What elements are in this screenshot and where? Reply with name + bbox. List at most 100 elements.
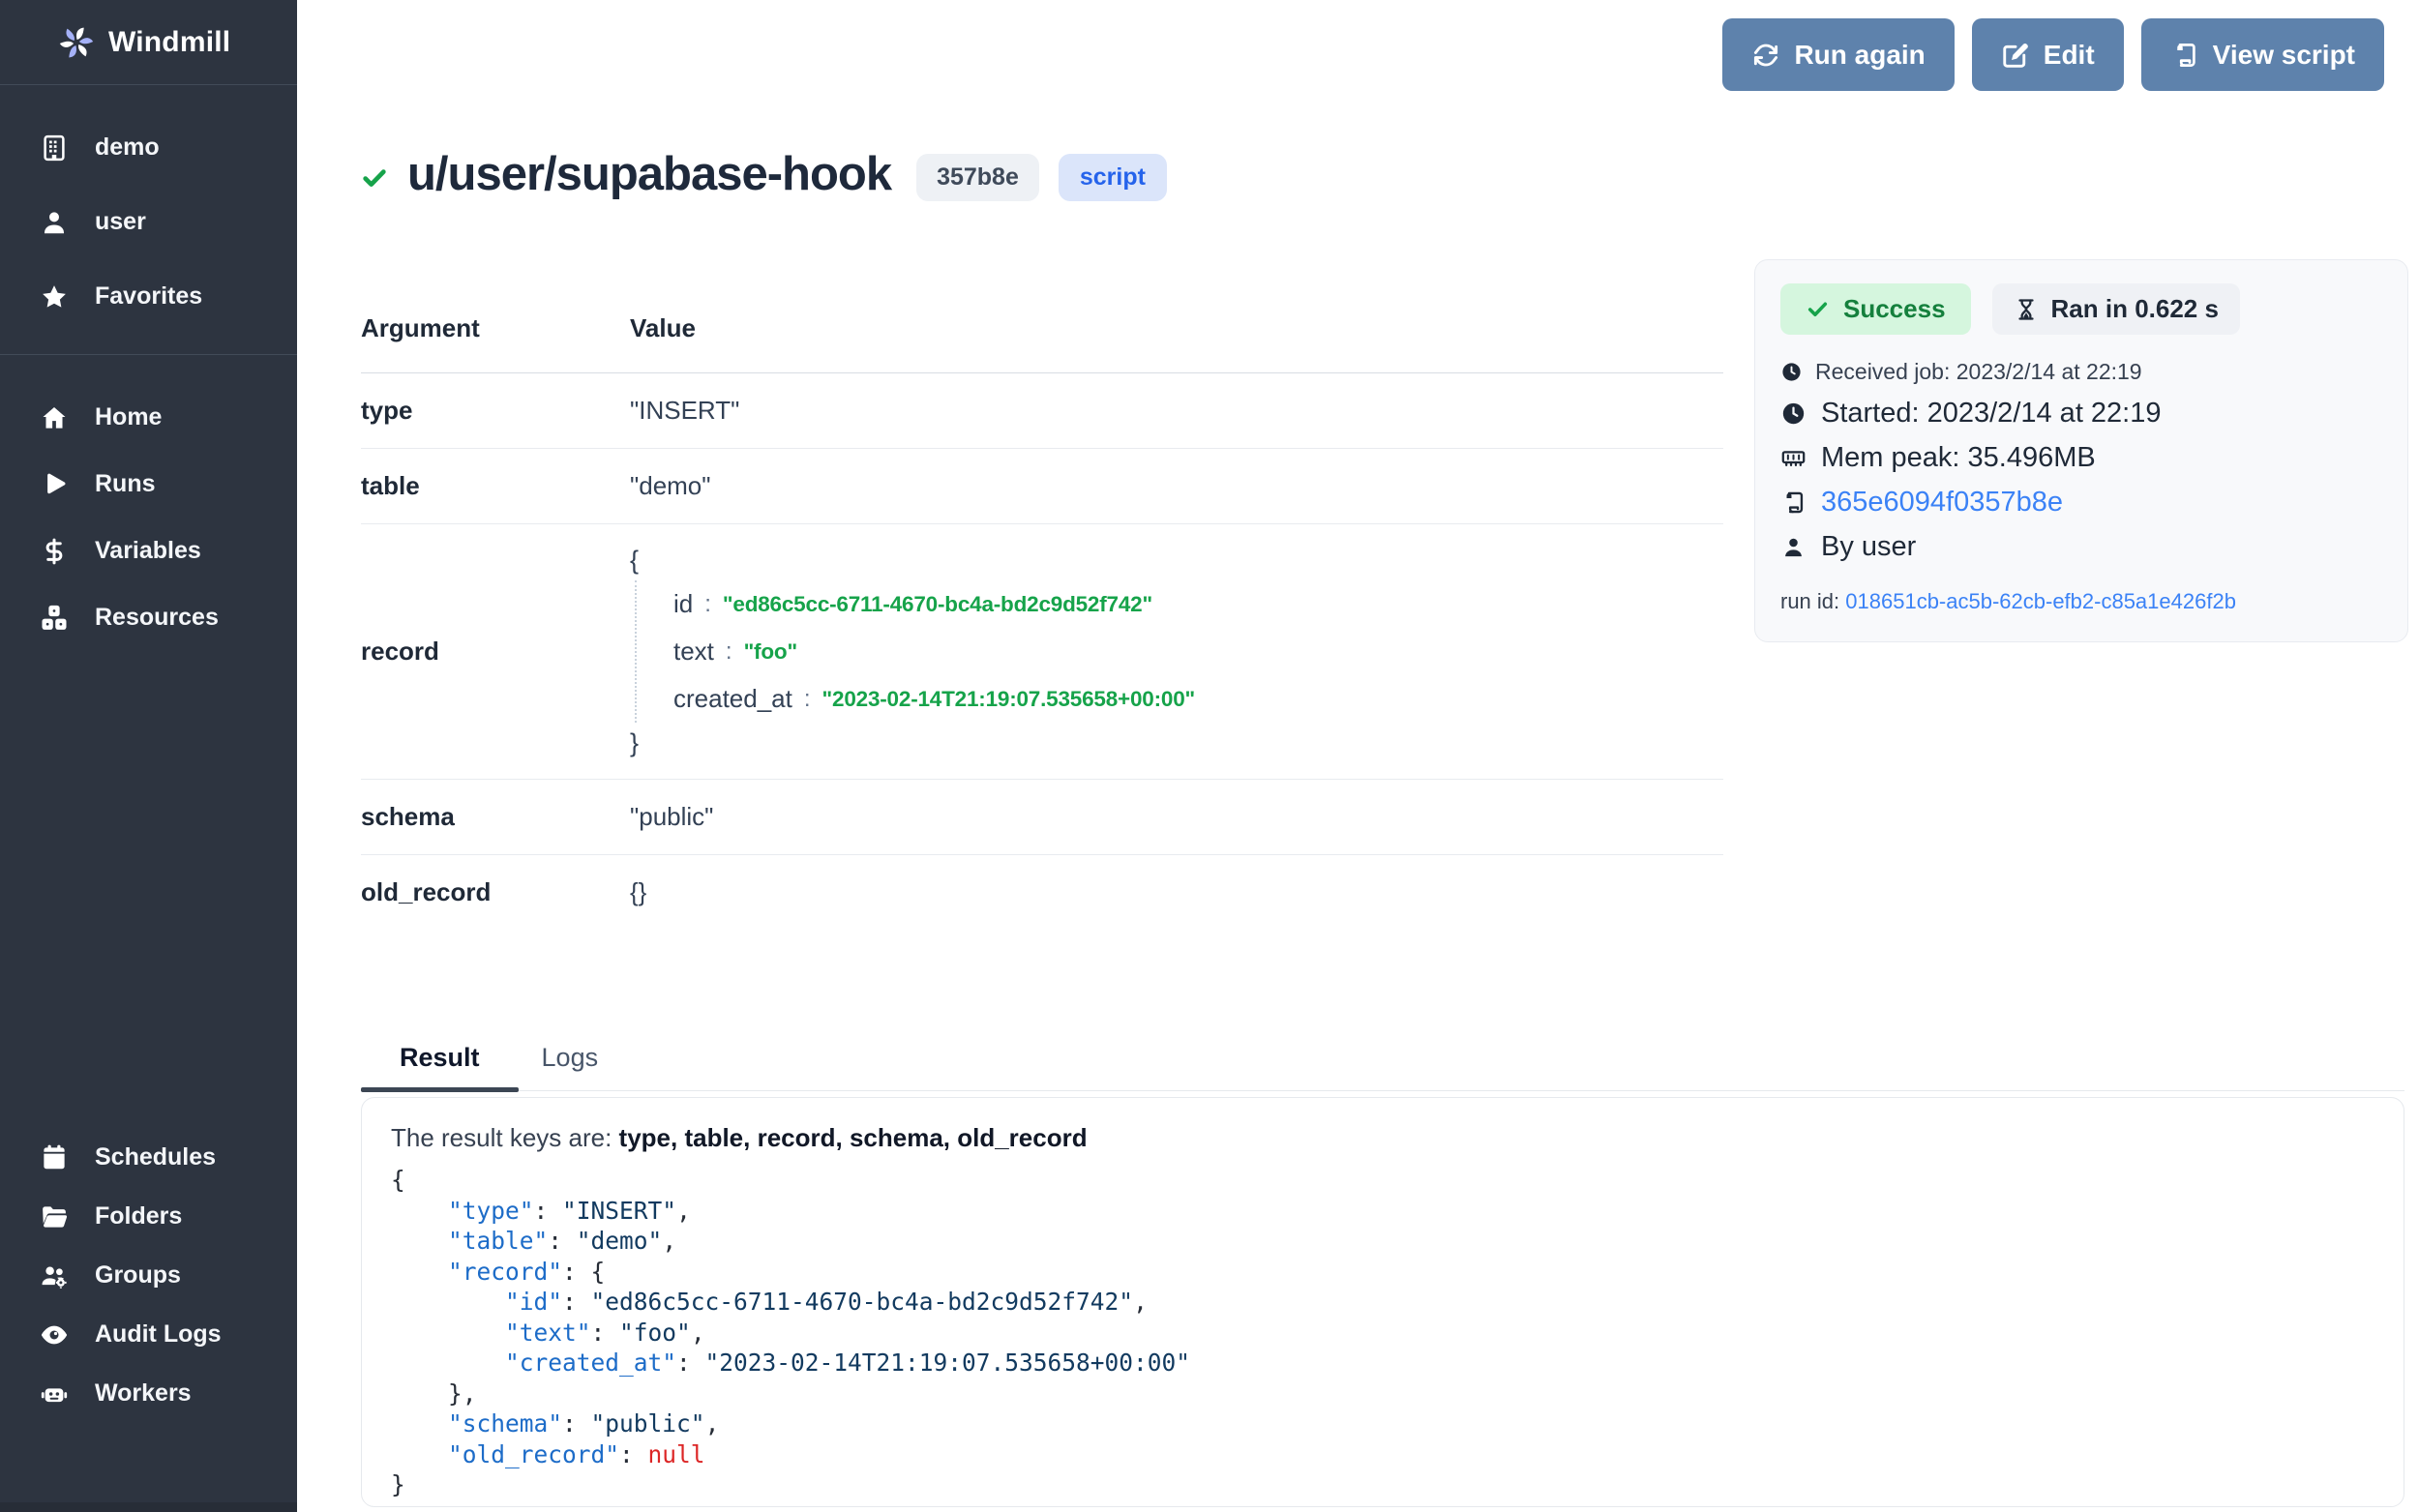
sidebar-item-favorites[interactable]: Favorites [0,259,297,334]
arg-name: type [361,396,630,426]
run-id-link[interactable]: 018651cb-ac5b-62cb-efb2-c85a1e426f2b [1845,589,2236,613]
record-entry-created-at: created_at : "2023-02-14T21:19:07.535658… [673,675,1195,723]
sidebar-item-schedules[interactable]: Schedules [0,1128,297,1187]
by-user-label: By user [1821,531,1916,563]
run-again-label: Run again [1794,40,1925,71]
sidebar-item-workspace-demo[interactable]: demo [0,110,297,185]
clock-icon [1780,400,1807,427]
mem-peak-label: Mem peak: 35.496MB [1821,442,2096,474]
run-id-row: run id: 018651cb-ac5b-62cb-efb2-c85a1e42… [1780,589,2382,614]
sidebar-item-user[interactable]: user [0,185,297,259]
record-value: "ed86c5cc-6711-4670-bc4a-bd2c9d52f742" [723,592,1152,617]
tab-result[interactable]: Result [361,1029,519,1090]
robot-icon [40,1379,69,1408]
arg-value: "demo" [630,471,711,501]
duration-label: Ran in 0.622 s [2051,294,2219,324]
user-icon [40,208,69,237]
success-check-icon [361,164,388,192]
run-again-button[interactable]: Run again [1722,18,1954,91]
record-entry-id: id : "ed86c5cc-6711-4670-bc4a-bd2c9d52f7… [673,580,1195,628]
script-hash-badge: 357b8e [916,154,1039,201]
sidebar-item-label: Folders [95,1202,182,1230]
star-icon [40,282,69,311]
arg-name: old_record [361,877,630,907]
script-hash-link[interactable]: 365e6094f0357b8e [1821,487,2063,519]
status-label: Success [1843,294,1946,324]
started-label: Started: 2023/2/14 at 22:19 [1821,398,2162,430]
arguments-table: Argument Value type "INSERT" table "demo… [361,290,1723,930]
arg-value: "INSERT" [630,396,739,426]
sidebar-item-audit-logs[interactable]: Audit Logs [0,1305,297,1364]
sidebar-item-runs[interactable]: Runs [0,451,297,518]
groups-icon [40,1261,69,1290]
sidebar-item-home[interactable]: Home [0,384,297,451]
arg-value: {} [630,877,646,907]
sidebar-item-label: Variables [95,537,201,565]
app-logo[interactable]: Windmill [0,0,297,85]
check-icon [1806,297,1830,321]
eye-icon [40,1320,69,1349]
sidebar: Windmill demo user [0,0,297,1512]
page-title: u/user/supabase-hook [407,147,891,201]
received-job-row: Received job: 2023/2/14 at 22:19 [1780,359,2382,385]
record-json-tree[interactable]: { id : "ed86c5cc-6711-4670-bc4a-bd2c9d52… [630,542,1195,761]
value-column-header: Value [630,313,696,343]
record-separator: : [704,591,711,618]
record-separator: : [726,638,732,666]
dollar-icon [40,537,69,566]
edit-label: Edit [2044,40,2095,71]
sidebar-main-group: Home Runs Variables Resources [0,354,297,651]
scroll-icon [1780,489,1807,516]
record-key: created_at [673,684,792,714]
sidebar-item-groups[interactable]: Groups [0,1246,297,1305]
cubes-icon [40,604,69,633]
arg-name: record [361,637,630,667]
edit-button[interactable]: Edit [1972,18,2124,91]
building-icon [40,133,69,163]
sidebar-item-resources[interactable]: Resources [0,584,297,651]
arg-name: table [361,471,630,501]
calendar-icon [40,1143,69,1172]
sidebar-item-label: Favorites [95,282,202,311]
sidebar-item-label: Workers [95,1379,192,1408]
record-value: "foo" [744,639,797,665]
duration-badge: Ran in 0.622 s [1992,283,2240,335]
play-icon [40,470,69,499]
sidebar-item-variables[interactable]: Variables [0,518,297,584]
hourglass-icon [2014,297,2039,322]
sidebar-item-label: Resources [95,604,219,632]
user-icon [1780,534,1807,560]
result-json: { "type": "INSERT", "table": "demo", "re… [391,1165,2374,1500]
mem-peak-row: Mem peak: 35.496MB [1780,442,2382,474]
page-header: u/user/supabase-hook 357b8e script [361,147,1167,201]
sidebar-item-label: Audit Logs [95,1320,222,1349]
result-keys-line: The result keys are: type, table, record… [391,1123,2374,1153]
record-entries: id : "ed86c5cc-6711-4670-bc4a-bd2c9d52f7… [635,580,1195,723]
run-info-card: Success Ran in 0.622 s Received job: 202… [1754,259,2408,642]
table-row-schema: schema "public" [361,780,1723,855]
home-icon [40,403,69,432]
result-keys-list: type, table, record, schema, old_record [619,1123,1088,1152]
sidebar-workspace-group: demo user Favorites [0,85,297,334]
script-hash-row: 365e6094f0357b8e [1780,487,2382,519]
sidebar-item-folders[interactable]: Folders [0,1187,297,1246]
record-entry-text: text : "foo" [673,628,1195,675]
argument-column-header: Argument [361,313,630,343]
record-value: "2023-02-14T21:19:07.535658+00:00" [822,687,1195,712]
status-badge: Success [1780,283,1971,335]
sidebar-item-label: Home [95,403,162,431]
sidebar-item-label: demo [95,133,160,162]
sidebar-item-workers[interactable]: Workers [0,1364,297,1423]
main-content: Run again Edit View script u/user/supaba… [297,0,2419,1512]
arguments-table-header: Argument Value [361,290,1723,373]
clock-icon [1780,361,1803,383]
table-row-table: table "demo" [361,449,1723,524]
sidebar-item-label: Schedules [95,1143,216,1171]
sidebar-admin-group: Schedules Folders Group [0,1128,297,1423]
record-key: id [673,589,693,619]
view-script-label: View script [2213,40,2355,71]
record-separator: : [804,686,811,713]
view-script-button[interactable]: View script [2141,18,2384,91]
tab-logs[interactable]: Logs [519,1029,622,1090]
memory-icon [1780,445,1807,471]
